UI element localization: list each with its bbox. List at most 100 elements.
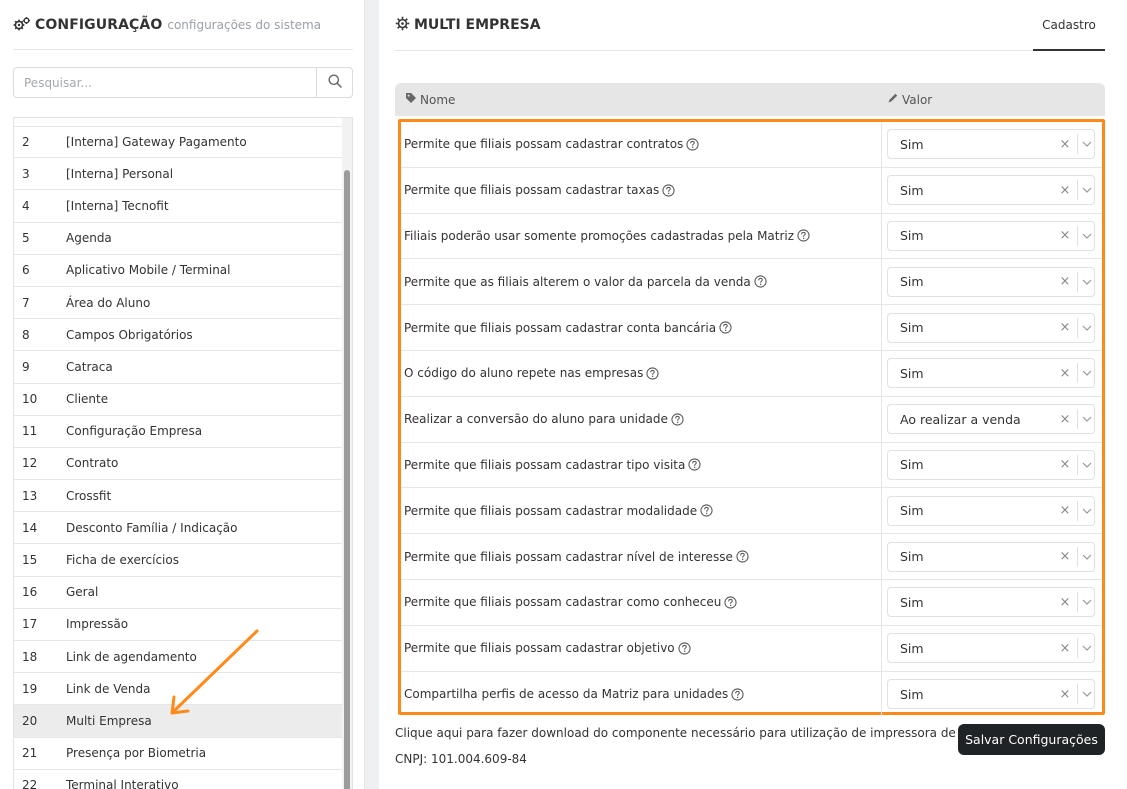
clear-icon[interactable]: × <box>1057 228 1073 243</box>
help-circle-icon[interactable] <box>731 688 744 701</box>
chevron-down-icon[interactable] <box>1080 508 1094 514</box>
help-circle-icon[interactable] <box>686 138 699 151</box>
chevron-down-icon[interactable] <box>1080 279 1094 285</box>
chevron-down-icon[interactable] <box>1080 370 1094 377</box>
list-item[interactable]: 7 Área do Aluno <box>14 287 343 320</box>
setting-select[interactable]: Sim × <box>887 541 1095 572</box>
chevron-down-icon[interactable] <box>1080 645 1094 652</box>
list-item[interactable]: 15 Ficha de exercícios <box>14 544 343 577</box>
setting-row: Permite que filiais possam cadastrar con… <box>401 122 1102 168</box>
chevron-down-icon[interactable] <box>1080 599 1094 606</box>
list-item[interactable]: 21 Presença por Biometria <box>14 738 343 770</box>
setting-label: Permite que filiais possam cadastrar nív… <box>404 549 733 564</box>
list-item[interactable]: 12 Contrato <box>14 448 343 481</box>
list-item[interactable]: 6 Aplicativo Mobile / Terminal <box>14 255 343 287</box>
scrollbar-thumb[interactable] <box>344 170 350 789</box>
clear-icon[interactable]: × <box>1057 137 1073 152</box>
list-item[interactable]: 3 [Interna] Personal <box>14 158 343 191</box>
config-sidebar: CONFIGURAÇÃO configurações do sistema 2 [… <box>0 0 365 789</box>
help-circle-icon[interactable] <box>688 458 701 472</box>
list-item-label: Configuração Empresa <box>66 424 203 439</box>
clear-icon[interactable]: × <box>1057 366 1073 381</box>
list-item[interactable]: 5 Agenda <box>14 223 343 255</box>
list-item[interactable]: 14 Desconto Família / Indicação <box>14 512 343 545</box>
chevron-down-icon[interactable] <box>1080 325 1094 331</box>
setting-select[interactable]: Sim × <box>887 220 1095 251</box>
chevron-down-icon[interactable] <box>1080 691 1094 698</box>
chevron-down-icon[interactable] <box>1080 462 1094 468</box>
help-circle-icon[interactable] <box>700 504 713 517</box>
setting-select[interactable]: Sim × <box>887 358 1095 389</box>
list-item[interactable]: 16 Geral <box>14 577 343 609</box>
search-input[interactable] <box>14 68 316 97</box>
list-item[interactable]: 19 Link de Venda <box>14 673 343 706</box>
help-circle-icon[interactable] <box>662 184 675 197</box>
clear-icon[interactable]: × <box>1057 549 1073 564</box>
list-item[interactable]: 10 Cliente <box>14 384 343 416</box>
help-circle-icon[interactable] <box>724 596 737 609</box>
setting-label-cell: Permite que filiais possam cadastrar obj… <box>401 641 881 655</box>
setting-label-cell: Compartilha perfis de acesso da Matriz p… <box>401 687 881 701</box>
setting-select[interactable]: Sim × <box>887 449 1095 480</box>
save-settings-button[interactable]: Salvar Configurações <box>958 724 1105 755</box>
setting-select[interactable]: Sim × <box>887 129 1095 160</box>
help-circle-icon[interactable] <box>646 367 659 380</box>
setting-label-cell: O código do aluno repete nas empresas <box>401 366 881 380</box>
list-item[interactable]: 13 Crossfit <box>14 480 343 513</box>
help-circle-icon[interactable] <box>671 413 684 426</box>
help-circle-icon[interactable] <box>736 550 749 563</box>
list-item[interactable]: 18 Link de agendamento <box>14 641 343 674</box>
setting-row: Permite que filiais possam cadastrar mod… <box>401 488 1102 535</box>
list-item[interactable]: 2 [Interna] Gateway Pagamento <box>14 126 343 159</box>
setting-select[interactable]: Sim × <box>887 495 1095 526</box>
clear-icon[interactable]: × <box>1057 503 1073 518</box>
help-circle-icon[interactable] <box>719 321 732 334</box>
clear-icon[interactable]: × <box>1057 274 1073 289</box>
setting-select[interactable]: Sim × <box>887 175 1095 206</box>
tab-cadastro[interactable]: Cadastro <box>1033 0 1105 51</box>
list-item[interactable]: 22 Terminal Interativo <box>14 770 343 789</box>
list-item-label: [Interna] Gateway Pagamento <box>66 135 247 150</box>
help-circle-icon[interactable] <box>678 642 691 655</box>
setting-label-cell: Realizar a conversão do aluno para unida… <box>401 412 881 426</box>
list-item[interactable]: 17 Impressão <box>14 609 343 641</box>
search-button[interactable] <box>316 68 352 97</box>
main-panel: MULTI EMPRESA Cadastro Nome Valor Permit… <box>379 0 1127 789</box>
list-item[interactable]: 20 Multi Empresa <box>14 705 343 738</box>
clear-icon[interactable]: × <box>1057 320 1073 335</box>
search-box <box>13 67 353 98</box>
setting-select[interactable]: Ao realizar a venda × <box>887 404 1095 435</box>
scrollbar[interactable] <box>342 118 352 789</box>
clear-icon[interactable]: × <box>1057 457 1073 472</box>
chevron-down-icon[interactable] <box>1080 141 1094 148</box>
list-item-number: 21 <box>22 746 38 761</box>
help-circle-icon[interactable] <box>754 275 767 288</box>
list-item-number: 16 <box>22 585 38 600</box>
list-item[interactable]: 4 [Interna] Tecnofit <box>14 190 343 223</box>
download-link[interactable]: Clique aqui para fazer download do compo… <box>395 726 1003 740</box>
clear-icon[interactable]: × <box>1057 687 1073 702</box>
list-item-number: 14 <box>22 520 38 535</box>
list-item-label: Crossfit <box>66 488 112 503</box>
chevron-down-icon[interactable] <box>1080 187 1094 194</box>
chevron-down-icon[interactable] <box>1080 416 1094 423</box>
list-item[interactable]: 11 Configuração Empresa <box>14 416 343 448</box>
setting-select[interactable]: Sim × <box>887 266 1095 297</box>
setting-select[interactable]: Sim × <box>887 679 1095 710</box>
help-circle-icon[interactable] <box>797 229 810 243</box>
sidebar-header: CONFIGURAÇÃO configurações do sistema <box>13 0 353 50</box>
clear-icon[interactable]: × <box>1057 641 1073 656</box>
chevron-down-icon[interactable] <box>1080 233 1094 239</box>
setting-select[interactable]: Sim × <box>887 633 1095 664</box>
clear-icon[interactable]: × <box>1057 183 1073 198</box>
list-item[interactable]: 9 Catraca <box>14 351 343 384</box>
setting-select[interactable]: Sim × <box>887 587 1095 618</box>
clear-icon[interactable]: × <box>1057 412 1073 427</box>
list-item[interactable]: 8 Campos Obrigatórios <box>14 319 343 352</box>
cell-divider <box>881 625 882 671</box>
setting-selected-value: Sim <box>900 686 924 702</box>
setting-label: Realizar a conversão do aluno para unida… <box>404 412 668 427</box>
setting-select[interactable]: Sim × <box>887 312 1095 343</box>
chevron-down-icon[interactable] <box>1080 554 1094 560</box>
clear-icon[interactable]: × <box>1057 595 1073 610</box>
